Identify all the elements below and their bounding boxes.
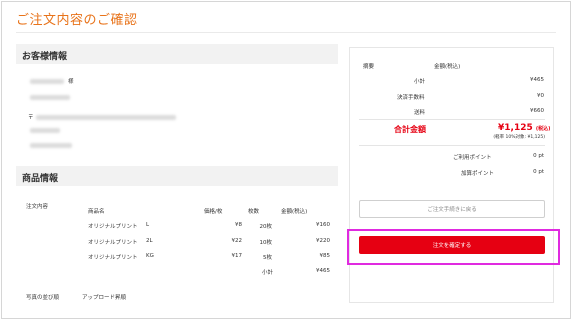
- col-product-name: 商品名: [88, 209, 105, 215]
- product-size: 2L: [146, 238, 153, 244]
- summary-col-amount: 金額(税込): [434, 64, 461, 70]
- product-info-heading: 商品情報: [16, 166, 338, 186]
- order-contents-label: 注文内容: [26, 204, 49, 210]
- unit-price: ¥22: [231, 238, 243, 244]
- product-name: オリジナルプリント: [88, 240, 138, 246]
- tax-breakdown-note: (軽率 10%対象: ¥1,125): [493, 135, 545, 140]
- summary-col-item: 摘要: [363, 64, 375, 70]
- col-amount: 金額(税込): [281, 209, 308, 215]
- summary-subtotal-label: 小計: [414, 79, 426, 85]
- quantity: 5枚: [263, 255, 272, 261]
- total-tax-suffix: (税込): [535, 126, 551, 132]
- product-name: オリジナルプリント: [88, 224, 138, 230]
- amount: ¥220: [316, 238, 330, 244]
- amount: ¥85: [319, 253, 331, 259]
- summary-subtotal-value: ¥465: [530, 77, 544, 83]
- total-label: 合計金額: [394, 125, 426, 134]
- customer-name-suffix: 様: [68, 79, 74, 85]
- unit-price: ¥8: [235, 222, 242, 228]
- summary-shipping-label: 送料: [414, 110, 426, 116]
- customer-address-redacted: [36, 115, 176, 120]
- points-earned-value: 0 pt: [533, 169, 544, 175]
- page-title: ご注文内容のご確認: [16, 13, 138, 28]
- photo-order-value: アップロード昇順: [82, 295, 127, 301]
- products-subtotal-label: 小計: [262, 270, 274, 276]
- confirm-order-button[interactable]: 注文を確定する: [359, 236, 545, 254]
- col-quantity: 枚数: [248, 209, 260, 215]
- points-divider: [359, 145, 545, 146]
- col-unit-price: 価格/枚: [204, 209, 223, 215]
- customer-email-redacted: [30, 143, 72, 148]
- photo-order-label: 写真の並び順: [26, 295, 60, 301]
- customer-info-heading: お客様情報: [16, 44, 338, 64]
- product-name: オリジナルプリント: [88, 255, 138, 261]
- customer-name-redacted: [30, 79, 64, 84]
- product-size: L: [146, 222, 150, 228]
- total-value: ¥1,125: [498, 123, 533, 133]
- quantity: 10枚: [259, 240, 273, 246]
- summary-fee-label: 決済手数料: [397, 95, 425, 101]
- points-earned-label: 加算ポイント: [461, 171, 495, 177]
- products-subtotal-value: ¥465: [316, 268, 330, 274]
- quantity: 20枚: [259, 224, 273, 230]
- customer-kana-redacted: [30, 95, 70, 100]
- unit-price: ¥17: [231, 253, 243, 259]
- customer-phone-redacted: [30, 128, 60, 133]
- summary-shipping-value: ¥660: [530, 108, 544, 114]
- summary-fee-value: ¥0: [537, 93, 544, 99]
- points-used-value: 0 pt: [533, 153, 544, 159]
- back-to-checkout-button[interactable]: ご注文手続きに戻る: [359, 200, 545, 218]
- title-divider: [16, 32, 556, 33]
- product-size: KG: [146, 253, 154, 259]
- total-amount: ¥1,125 (税込): [498, 123, 550, 133]
- postal-mark: 〒: [28, 115, 34, 121]
- points-used-label: ご利用ポイント: [453, 155, 492, 161]
- summary-divider: [359, 119, 545, 120]
- amount: ¥160: [316, 222, 330, 228]
